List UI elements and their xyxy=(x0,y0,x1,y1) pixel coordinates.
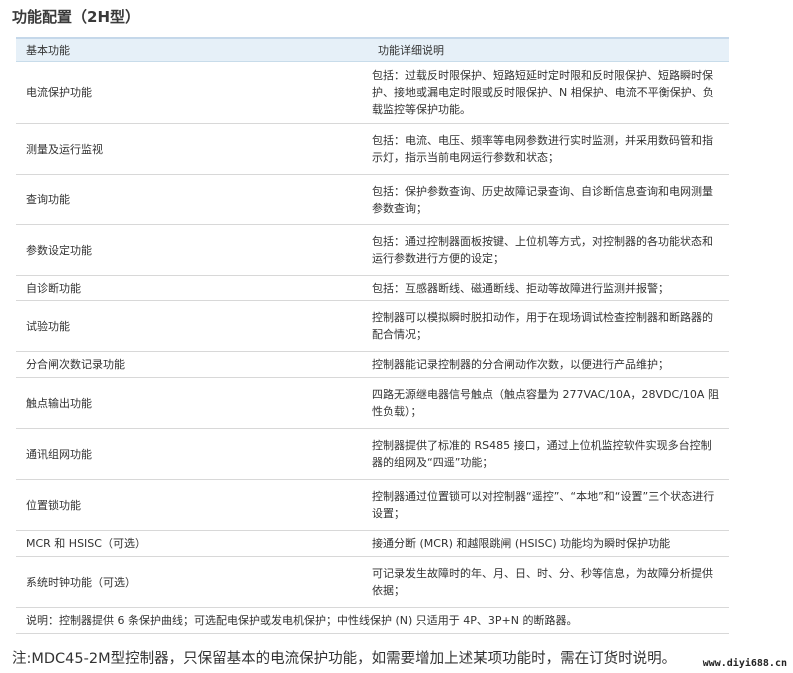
detail-cell: 控制器能记录控制器的分合闸动作次数，以便进行产品维护； xyxy=(368,351,729,378)
header-basic-function: 基本功能 xyxy=(16,37,368,62)
feature-cell: MCR 和 HSISC（可选） xyxy=(16,530,368,557)
feature-cell: 参数设定功能 xyxy=(16,224,368,276)
detail-cell: 包括：通过控制器面板按键、上位机等方式，对控制器的各功能状态和运行参数进行方便的… xyxy=(368,224,729,276)
table-row: 分合闸次数记录功能 控制器能记录控制器的分合闸动作次数，以便进行产品维护； xyxy=(16,351,729,378)
table-row: 试验功能 控制器可以模拟瞬时脱扣动作，用于在现场调试检查控制器和断路器的配合情况… xyxy=(16,300,729,352)
footer-note: 注:MDC45-2M型控制器，只保留基本的电流保护功能，如需要增加上述某项功能时… xyxy=(12,651,677,667)
feature-cell: 试验功能 xyxy=(16,300,368,352)
table-row: 自诊断功能 包括：互感器断线、磁通断线、拒动等故障进行监测并报警； xyxy=(16,275,729,301)
detail-cell: 接通分断 (MCR) 和越限跳闸 (HSISC) 功能均为瞬时保护功能 xyxy=(368,530,729,557)
detail-cell: 控制器提供了标准的 RS485 接口，通过上位机监控软件实现多台控制器的组网及“… xyxy=(368,428,729,480)
table-header-row: 基本功能 功能详细说明 xyxy=(16,37,729,62)
table-row: 触点输出功能 四路无源继电器信号触点（触点容量为 277VAC/10A，28VD… xyxy=(16,377,729,429)
feature-cell: 自诊断功能 xyxy=(16,275,368,301)
feature-cell: 查询功能 xyxy=(16,174,368,225)
table-row: 通讯组网功能 控制器提供了标准的 RS485 接口，通过上位机监控软件实现多台控… xyxy=(16,428,729,480)
table-row: 系统时钟功能（可选） 可记录发生故障时的年、月、日、时、分、秒等信息，为故障分析… xyxy=(16,556,729,608)
feature-cell: 测量及运行监视 xyxy=(16,123,368,175)
feature-cell: 分合闸次数记录功能 xyxy=(16,351,368,378)
detail-cell: 控制器通过位置锁可以对控制器“遥控”、“本地”和“设置”三个状态进行设置； xyxy=(368,479,729,531)
page-title: 功能配置（2H型） xyxy=(12,8,140,26)
feature-cell: 位置锁功能 xyxy=(16,479,368,531)
feature-cell: 通讯组网功能 xyxy=(16,428,368,480)
table-note: 说明：控制器提供 6 条保护曲线；可选配电保护或发电机保护；中性线保护 (N) … xyxy=(16,607,729,634)
table-row: MCR 和 HSISC（可选） 接通分断 (MCR) 和越限跳闸 (HSISC)… xyxy=(16,530,729,557)
feature-cell: 触点输出功能 xyxy=(16,377,368,429)
table-row: 参数设定功能 包括：通过控制器面板按键、上位机等方式，对控制器的各功能状态和运行… xyxy=(16,224,729,276)
detail-cell: 包括：保护参数查询、历史故障记录查询、自诊断信息查询和电网测量参数查询； xyxy=(368,174,729,225)
feature-cell: 电流保护功能 xyxy=(16,61,368,124)
detail-cell: 包括：互感器断线、磁通断线、拒动等故障进行监测并报警； xyxy=(368,275,729,301)
detail-cell: 包括：过载反时限保护、短路短延时定时限和反时限保护、短路瞬时保护、接地或漏电定时… xyxy=(368,61,729,124)
table-row: 查询功能 包括：保护参数查询、历史故障记录查询、自诊断信息查询和电网测量参数查询… xyxy=(16,174,729,225)
feature-cell: 系统时钟功能（可选） xyxy=(16,556,368,608)
table-note-row: 说明：控制器提供 6 条保护曲线；可选配电保护或发电机保护；中性线保护 (N) … xyxy=(16,607,729,634)
table-row: 电流保护功能 包括：过载反时限保护、短路短延时定时限和反时限保护、短路瞬时保护、… xyxy=(16,61,729,124)
table-row: 位置锁功能 控制器通过位置锁可以对控制器“遥控”、“本地”和“设置”三个状态进行… xyxy=(16,479,729,531)
function-config-table: 基本功能 功能详细说明 电流保护功能 包括：过载反时限保护、短路短延时定时限和反… xyxy=(16,37,729,634)
header-function-detail: 功能详细说明 xyxy=(368,37,729,62)
watermark: www.diyi688.cn xyxy=(700,658,789,669)
detail-cell: 包括：电流、电压、频率等电网参数进行实时监测，并采用数码管和指示灯，指示当前电网… xyxy=(368,123,729,175)
detail-cell: 控制器可以模拟瞬时脱扣动作，用于在现场调试检查控制器和断路器的配合情况； xyxy=(368,300,729,352)
table-row: 测量及运行监视 包括：电流、电压、频率等电网参数进行实时监测，并采用数码管和指示… xyxy=(16,123,729,175)
detail-cell: 可记录发生故障时的年、月、日、时、分、秒等信息，为故障分析提供依据； xyxy=(368,556,729,608)
detail-cell: 四路无源继电器信号触点（触点容量为 277VAC/10A，28VDC/10A 阻… xyxy=(368,377,729,429)
